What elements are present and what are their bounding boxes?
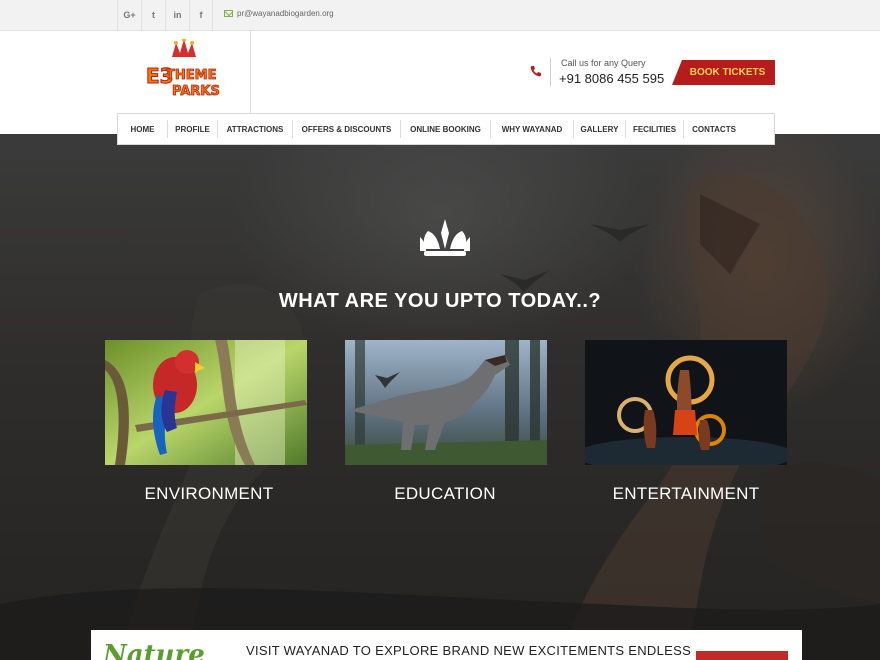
dinosaur-image	[345, 340, 547, 465]
svg-text:PARKS: PARKS	[172, 84, 220, 99]
email-text[interactable]: pr@wayanadbiogarden.org	[237, 9, 334, 18]
hero-section: WHAT ARE YOU UPTO TODAY..? ENVIRONMENT E…	[0, 134, 880, 660]
facebook-icon[interactable]: f	[189, 0, 213, 30]
logo-container: E3 THEME PARKS	[117, 31, 251, 113]
linkedin-icon[interactable]: in	[165, 0, 189, 30]
promo-banner: Nature VISIT WAYANAD TO EXPLORE BRAND NE…	[91, 630, 802, 660]
top-bar: G+ t in f pr@wayanadbiogarden.org	[0, 0, 880, 31]
email-contact[interactable]: pr@wayanadbiogarden.org	[224, 9, 334, 18]
contact-divider	[550, 58, 551, 86]
parrot-image	[105, 340, 307, 465]
contact-label: Call us for any Query	[561, 58, 646, 68]
nav-gallery[interactable]: GALLERY	[574, 120, 626, 138]
crown-ornament-icon	[420, 219, 470, 256]
book-tickets-button[interactable]: BOOK TICKETS	[672, 60, 775, 85]
nav-why-wayanad[interactable]: WHY WAYANAD	[491, 120, 574, 138]
google-plus-icon[interactable]: G+	[117, 0, 141, 30]
phone-number[interactable]: +91 8086 455 595	[559, 71, 664, 86]
nav-attractions[interactable]: ATTRACTIONS	[218, 120, 293, 138]
card-education-image[interactable]	[345, 340, 547, 465]
nav-home[interactable]: HOME	[118, 120, 168, 138]
main-nav: HOME PROFILE ATTRACTIONS OFFERS & DISCOU…	[117, 113, 775, 145]
card-label-entertainment[interactable]: ENTERTAINMENT	[585, 484, 787, 504]
phone-icon	[530, 66, 541, 77]
fire-dancers-image	[585, 340, 787, 465]
banner-text: VISIT WAYANAD TO EXPLORE BRAND NEW EXCIT…	[246, 643, 692, 658]
envelope-icon	[224, 10, 233, 17]
svg-text:THEME: THEME	[166, 68, 216, 83]
twitter-icon[interactable]: t	[141, 0, 165, 30]
card-entertainment-image[interactable]	[585, 340, 787, 465]
card-label-education[interactable]: EDUCATION	[344, 484, 546, 504]
nav-fecilities[interactable]: FECILITIES	[626, 120, 684, 138]
hero-title: WHAT ARE YOU UPTO TODAY..?	[278, 290, 602, 312]
card-label-environment[interactable]: ENVIRONMENT	[108, 484, 310, 504]
card-environment-image[interactable]	[105, 340, 307, 465]
banner-red-button[interactable]	[696, 651, 788, 660]
social-links: G+ t in f	[117, 0, 213, 30]
nature-script-text: Nature	[103, 640, 205, 660]
nav-offers-discounts[interactable]: OFFERS & DISCOUNTS	[293, 120, 401, 138]
nav-contacts[interactable]: CONTACTS	[684, 120, 744, 138]
nav-profile[interactable]: PROFILE	[168, 120, 218, 138]
nav-online-booking[interactable]: ONLINE BOOKING	[401, 120, 491, 138]
e3-theme-parks-logo[interactable]: E3 THEME PARKS	[142, 39, 222, 105]
